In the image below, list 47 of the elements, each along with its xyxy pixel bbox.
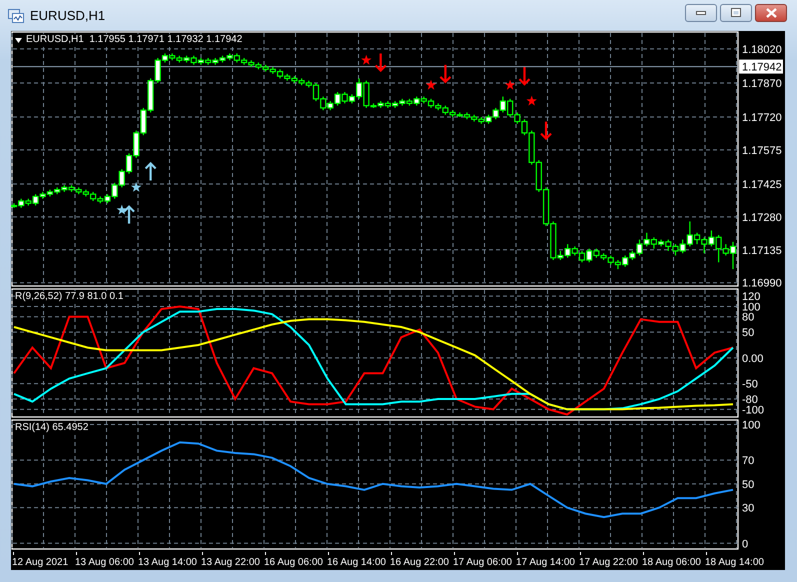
star-icon [361,54,372,65]
axis-tick-label: 1.17425 [742,178,782,191]
axis-tick-label: 1.18020 [742,44,782,56]
axis-tick-label: 0.00 [742,352,764,365]
axis-tick-label: -50 [742,378,758,391]
current-price-label: 1.17942 [739,60,783,74]
axis-tick-label: -100 [742,404,764,416]
ref-line-label: 1.17942 [742,62,782,74]
minimize-icon [696,10,706,14]
maximize-icon [731,8,741,17]
up-arrow-icon [122,205,136,225]
close-icon [766,8,776,18]
star-icon [526,96,537,106]
star-icon [131,182,142,192]
down-arrow-icon [374,52,387,72]
axis-tick-label: 1.17575 [742,144,782,157]
down-arrow-icon [540,120,552,140]
dropdown-icon[interactable] [15,38,22,42]
star-icon [504,80,516,90]
up-arrow-icon [144,162,157,182]
window-title: EURUSD,H1 [30,8,106,23]
axis-tick-label: -80 [742,394,758,406]
panel-header: EURUSD,H1 1.17955 1.17971 1.17932 1.17942 [26,34,242,46]
chart-window-icon [8,8,24,24]
axis-tick-label: 30 [742,502,754,515]
axis-tick-label: 50 [742,327,754,340]
axis-tick-label: 100 [742,420,760,432]
panel-header: R(9,26,52) 77.9 81.0 0.1 [15,291,124,303]
axis-tick-label: 100 [742,301,760,314]
maximize-button[interactable] [720,4,752,22]
axis-tick-label: 50 [742,478,754,491]
panel-header: RSI(14) 65.4952 [15,422,88,434]
axis-tick-label: 80 [742,312,754,324]
axis-tick-label: 1.17870 [742,78,782,90]
axis-tick-label: 1.16990 [742,278,782,287]
axis-tick-label: 1.17280 [742,212,782,224]
axis-tick-label: 0 [742,538,748,550]
axis-tick-label: 70 [742,455,754,468]
axis-tick-label: 120 [742,291,760,304]
star-icon [116,204,128,214]
down-arrow-icon [518,66,531,86]
down-arrow-icon [439,64,452,84]
close-button[interactable] [755,4,787,22]
star-icon [426,80,436,90]
axis-tick-label: 1.17135 [742,244,782,257]
minimize-button[interactable] [685,4,717,22]
axis-tick-label: 1.17720 [742,112,782,124]
